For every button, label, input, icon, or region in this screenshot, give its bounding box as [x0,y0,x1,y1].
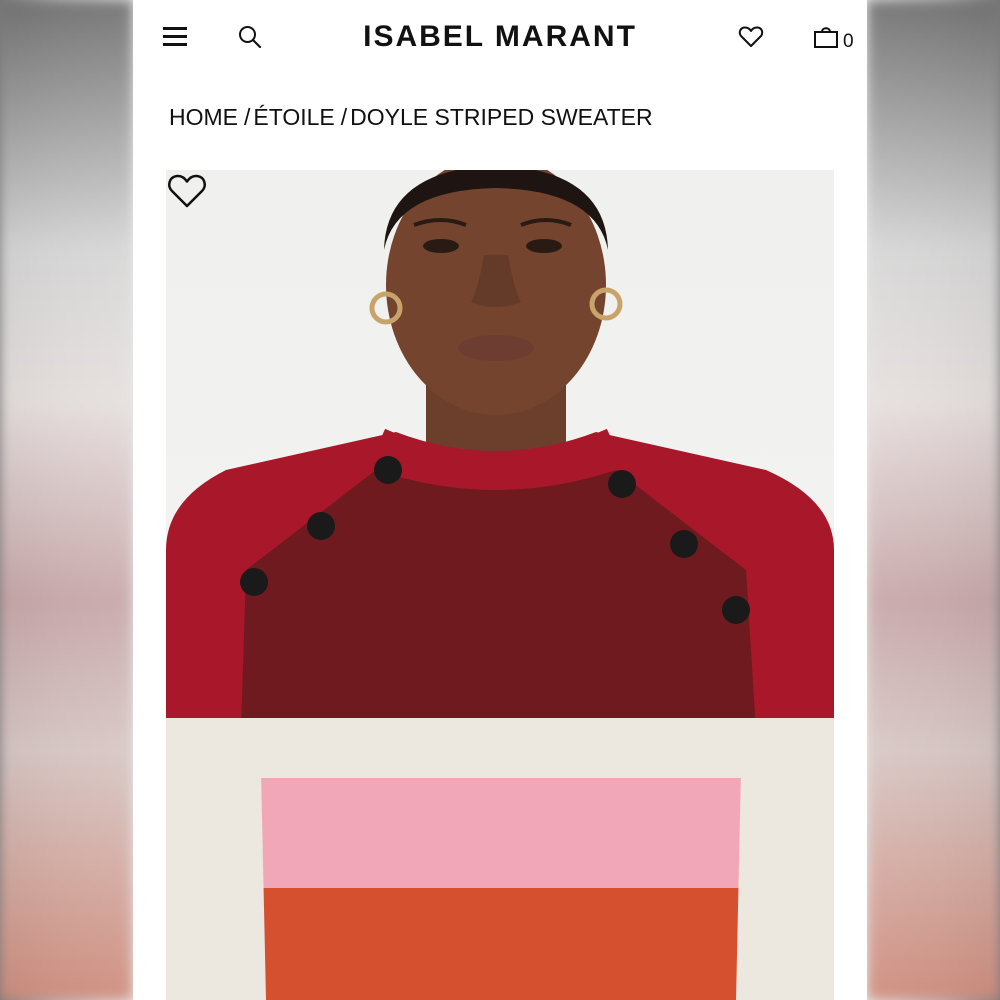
bag-count: 0 [843,31,854,52]
breadcrumb-separator: / [340,104,348,130]
breadcrumb-home[interactable]: HOME [169,104,238,130]
site-header: ISABEL MARANT 0 [133,0,867,80]
breadcrumb-etoile[interactable]: ÉTOILE [253,104,334,130]
product-page: ISABEL MARANT 0 HOME / ÉTOILE / DOYLE STRIPE… [133,0,867,1000]
breadcrumb: HOME / ÉTOILE / DOYLE STRIPED SWEATER [169,104,653,131]
breadcrumb-current: DOYLE STRIPED SWEATER [350,104,653,130]
breadcrumb-separator: / [244,104,251,130]
product-photo[interactable] [166,170,834,1000]
background-left [0,0,133,1000]
background-right [867,0,1000,1000]
model-illustration [166,170,834,1000]
shopping-bag-icon [814,27,838,48]
heart-icon[interactable] [738,24,764,50]
heart-icon[interactable] [166,170,208,212]
